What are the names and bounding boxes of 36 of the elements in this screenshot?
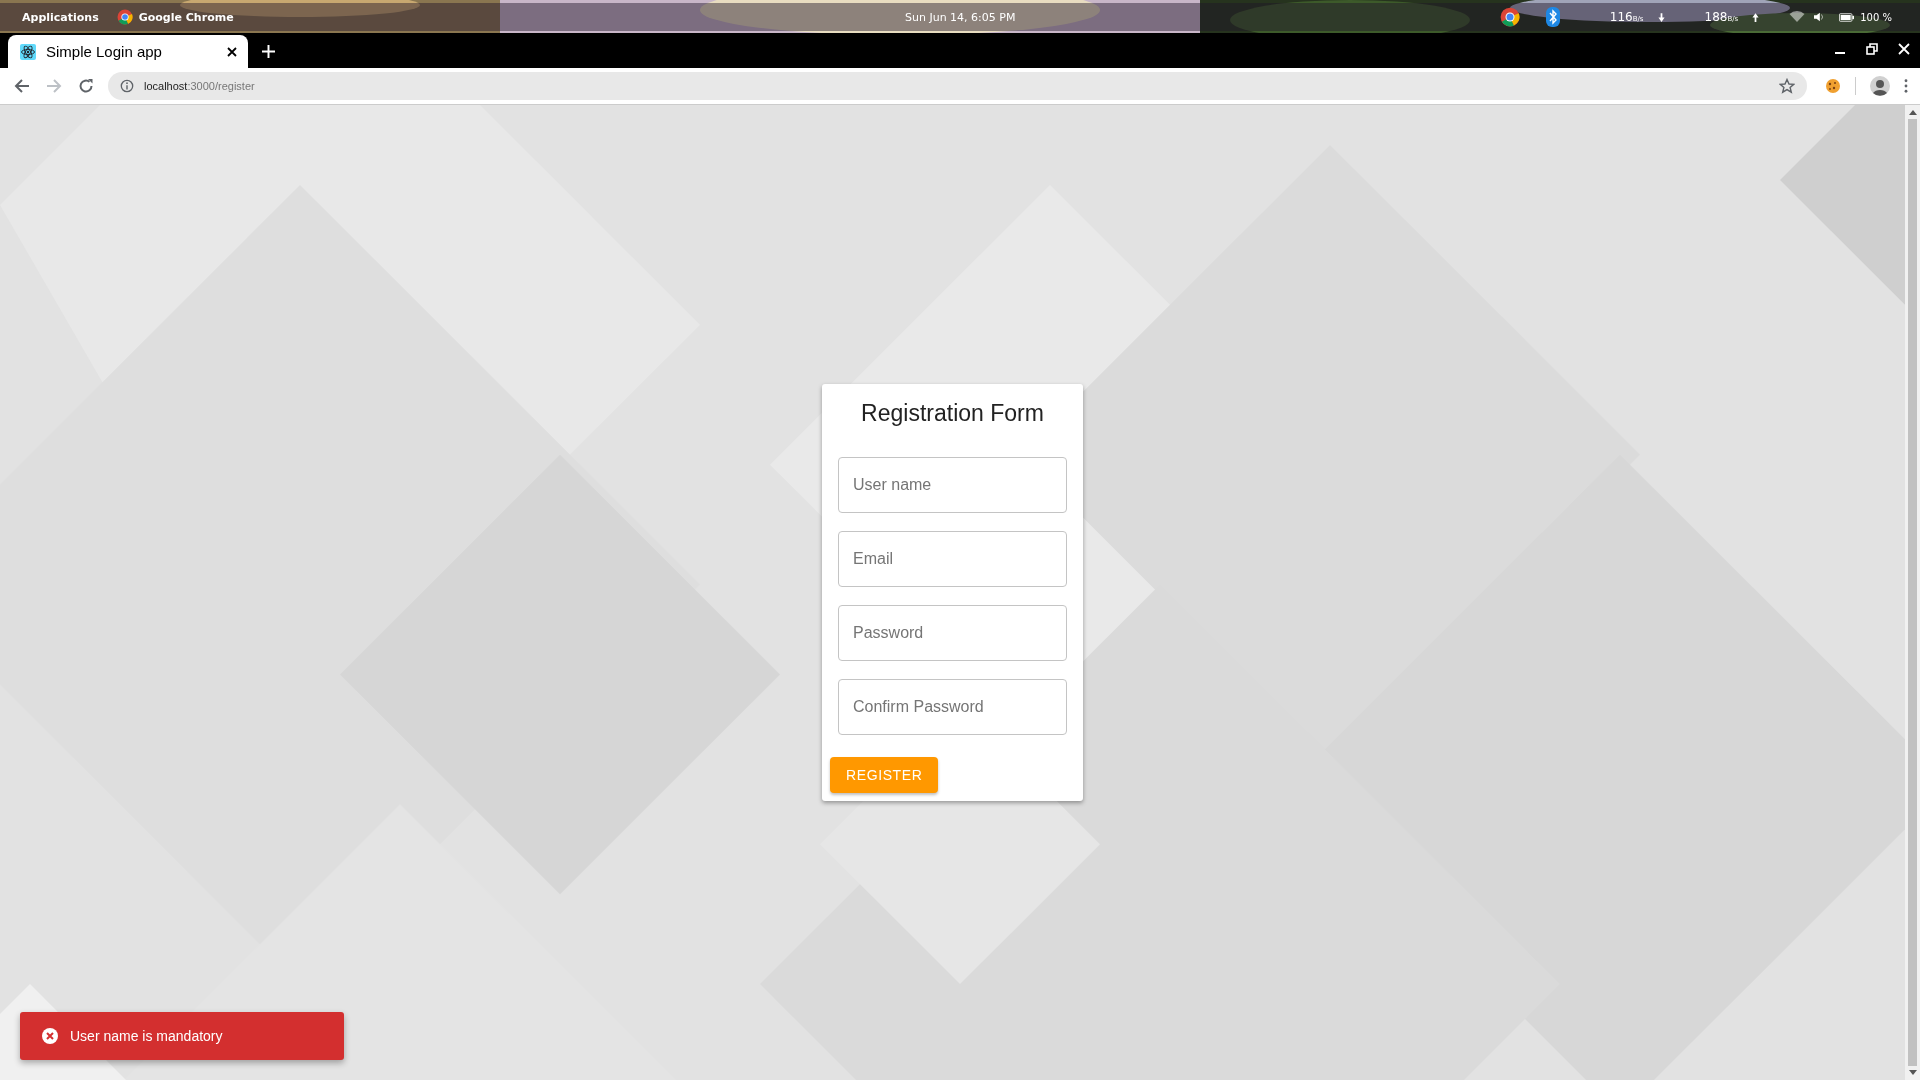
star-icon[interactable] — [1779, 78, 1795, 94]
close-icon[interactable] — [227, 46, 237, 57]
reload-icon[interactable] — [78, 78, 94, 94]
download-arrow-icon — [1657, 12, 1665, 22]
url-text: localhost:3000/register — [144, 80, 256, 92]
volume-icon[interactable] — [1813, 12, 1826, 22]
input-field[interactable]: Confirm Password — [838, 679, 1067, 735]
chrome-icon[interactable] — [1499, 7, 1520, 27]
scrollbar[interactable] — [1905, 105, 1920, 1080]
toast-message: User name is mandatory — [70, 1028, 223, 1044]
wifi-icon[interactable] — [1789, 11, 1806, 23]
info-icon[interactable] — [120, 79, 134, 93]
applications-menu[interactable]: Applications — [10, 10, 111, 24]
error-icon — [42, 1028, 58, 1044]
scroll-down-icon[interactable] — [1908, 1070, 1917, 1076]
browser-tab[interactable]: Simple Login app — [8, 35, 248, 68]
form-title: Registration Form — [860, 400, 1045, 427]
tab-title: Simple Login app — [46, 43, 163, 60]
scroll-up-icon[interactable] — [1908, 109, 1917, 115]
menu-icon[interactable] — [1904, 79, 1908, 93]
new-tab-icon[interactable] — [262, 45, 275, 58]
battery-icon[interactable] — [1839, 12, 1855, 22]
clock[interactable]: Sun Jun 14, 6:05 PM — [905, 10, 1016, 24]
atom-icon — [20, 43, 36, 60]
active-app[interactable]: Google Chrome — [116, 9, 234, 25]
input-field[interactable]: Email — [838, 531, 1067, 587]
cookie-icon[interactable] — [1825, 78, 1841, 94]
back-icon[interactable] — [14, 78, 30, 94]
input-field[interactable]: User name — [838, 457, 1067, 513]
upload-arrow-icon — [1752, 12, 1760, 22]
address-bar[interactable]: localhost:3000/register — [108, 72, 1807, 100]
battery-level: 100 % — [1860, 11, 1892, 23]
input-field[interactable]: Password — [838, 605, 1067, 661]
restore-icon[interactable] — [1866, 43, 1878, 55]
chrome-icon — [116, 9, 133, 25]
avatar-icon[interactable] — [1870, 76, 1890, 96]
